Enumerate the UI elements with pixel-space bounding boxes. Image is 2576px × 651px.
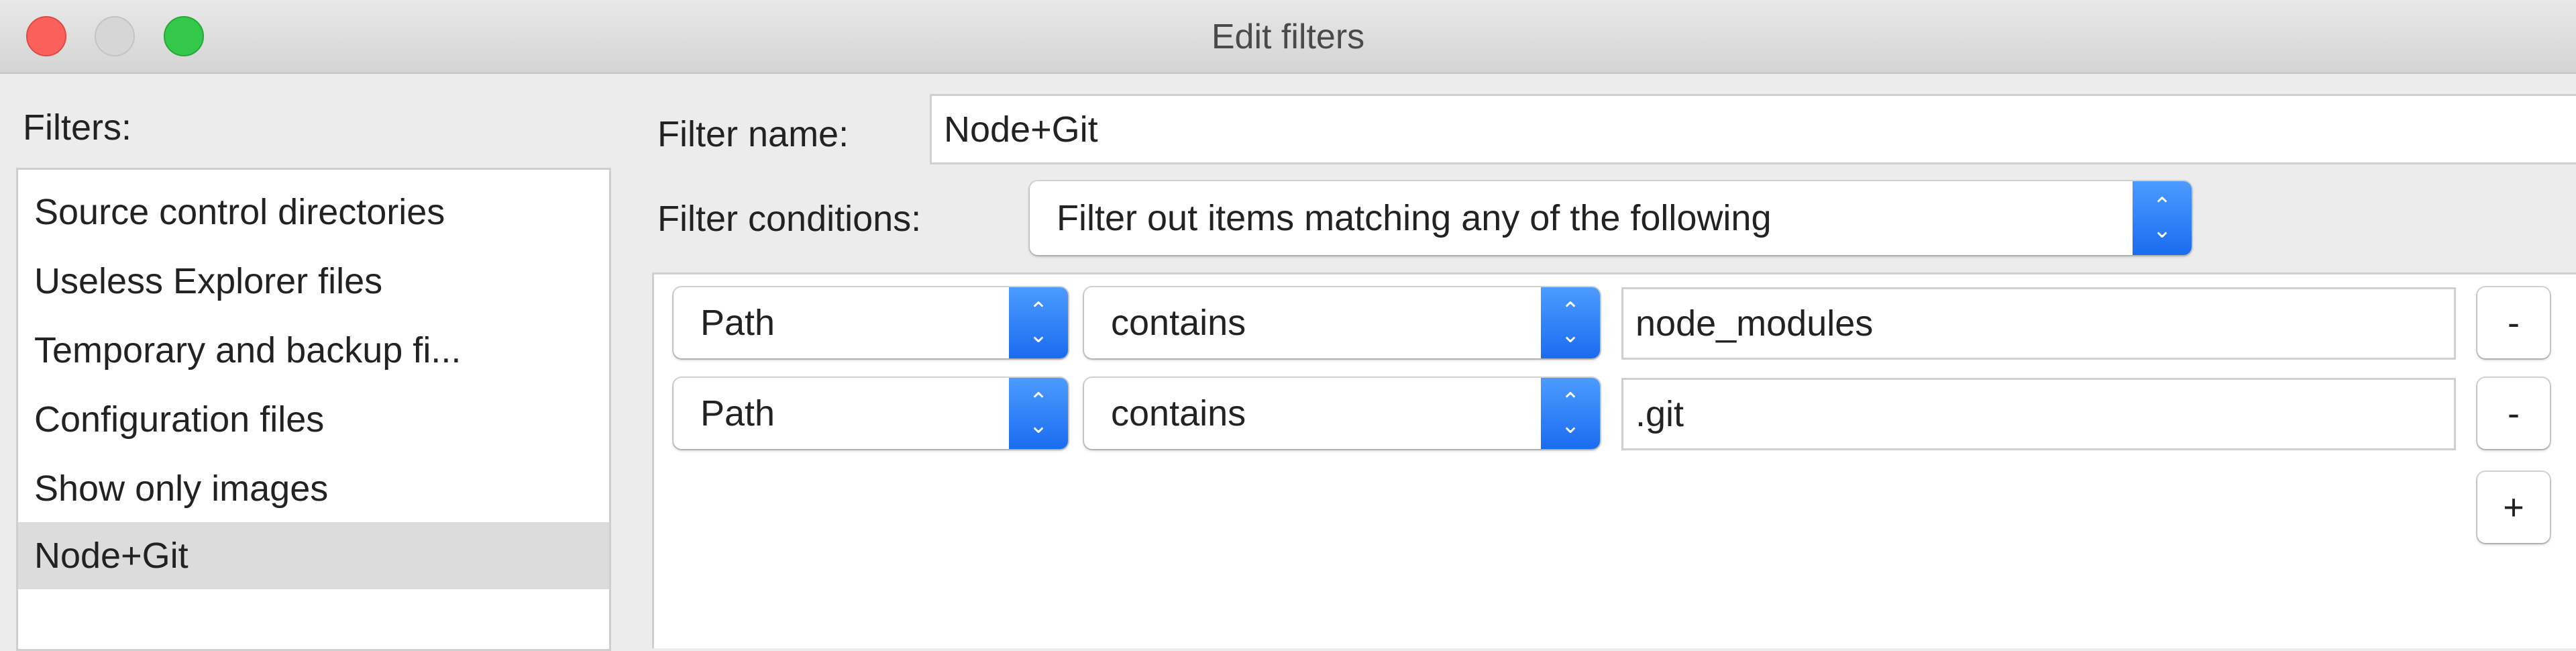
rule-operator-value: contains	[1111, 303, 1246, 343]
rule-field-value: Path	[700, 393, 775, 434]
filter-name-label: Filter name:	[657, 114, 849, 154]
rule-field-select[interactable]: Path ⌃ ⌄	[674, 287, 1068, 358]
list-item[interactable]: Temporary and backup fi...	[18, 317, 609, 384]
remove-rule-button[interactable]: -	[2477, 287, 2550, 358]
filter-name-input[interactable]: Node+Git	[930, 94, 2576, 164]
list-item[interactable]: Useless Explorer files	[18, 248, 609, 315]
remove-rule-button[interactable]: -	[2477, 378, 2550, 449]
list-item[interactable]: Show only images	[18, 455, 609, 522]
filters-list[interactable]: Source control directories Useless Explo…	[16, 168, 611, 651]
add-rule-button[interactable]: +	[2477, 472, 2550, 543]
rule-field-select[interactable]: Path ⌃ ⌄	[674, 378, 1068, 449]
window-title: Edit filters	[1211, 17, 1365, 56]
chevron-updown-icon: ⌃ ⌄	[1009, 378, 1068, 449]
rule-field-value: Path	[700, 303, 775, 343]
chevron-updown-icon: ⌃ ⌄	[1009, 287, 1068, 358]
chevron-updown-icon: ⌃ ⌄	[1541, 287, 1600, 358]
chevron-updown-icon: ⌃ ⌄	[1541, 378, 1600, 449]
list-item[interactable]: Source control directories	[18, 179, 609, 246]
filter-conditions-label: Filter conditions:	[657, 199, 922, 239]
list-item[interactable]: Configuration files	[18, 386, 609, 453]
filter-conditions-value: Filter out items matching any of the fol…	[1057, 198, 1772, 238]
list-item-selected[interactable]: Node+Git	[18, 522, 609, 589]
filter-conditions-select[interactable]: Filter out items matching any of the fol…	[1030, 181, 2192, 255]
rule-value-input[interactable]: node_modules	[1621, 287, 2456, 360]
rule-operator-value: contains	[1111, 393, 1246, 434]
rule-operator-select[interactable]: contains ⌃ ⌄	[1084, 287, 1600, 358]
chevron-updown-icon: ⌃ ⌄	[2133, 181, 2192, 255]
rule-operator-select[interactable]: contains ⌃ ⌄	[1084, 378, 1600, 449]
rule-value-input[interactable]: .git	[1621, 378, 2456, 450]
filters-label: Filters:	[23, 107, 131, 148]
